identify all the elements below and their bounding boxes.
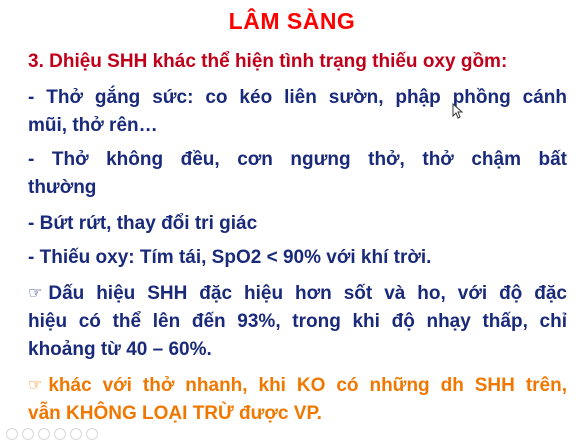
control-icon[interactable] [38, 428, 50, 440]
warning-line: ☞ khác với thở nhanh, khi KO có những dh … [28, 372, 567, 400]
bullet-line: mũi, thở rên… [28, 115, 158, 136]
pointing-hand-icon: ☞ [28, 285, 43, 302]
control-icon[interactable] [22, 428, 34, 440]
note-line: ☞ Dấu hiệu SHH đặc hiệu hơn sốt và ho, vớ… [28, 280, 567, 308]
bullet-line: - Thiếu oxy: Tím tái, SpO2 < 90% với khí… [28, 247, 432, 268]
bullet-line: thường [28, 177, 97, 198]
warning-line: vẫn KHÔNG LOẠI TRỪ được VP. [28, 403, 322, 424]
slide: LÂM SÀNG 3. Dhiệu SHH khác thể hiện tình… [0, 0, 584, 440]
bullet-line: - Thở không đều, cơn ngưng thở, thở chậm… [28, 149, 567, 170]
control-icon[interactable] [86, 428, 98, 440]
control-icon[interactable] [6, 428, 18, 440]
bullet-line: - Bứt rứt, thay đổi tri giác [28, 213, 258, 234]
control-icon[interactable] [54, 428, 66, 440]
slide-title: LÂM SÀNG [228, 8, 356, 34]
bullet-line: - Thở gắng sức: co kéo liên sườn, phập p… [28, 87, 567, 108]
mouse-cursor-icon [452, 103, 464, 119]
note-line: khoảng từ 40 – 60%. [28, 339, 212, 360]
pointing-hand-icon: ☞ [28, 377, 43, 394]
note-line: hiệu có thể lên đến 93%, trong khi độ nh… [28, 311, 567, 332]
slide-controls [6, 428, 98, 440]
control-icon[interactable] [70, 428, 82, 440]
section-heading: 3. Dhiệu SHH khác thể hiện tình trạng th… [28, 51, 508, 72]
